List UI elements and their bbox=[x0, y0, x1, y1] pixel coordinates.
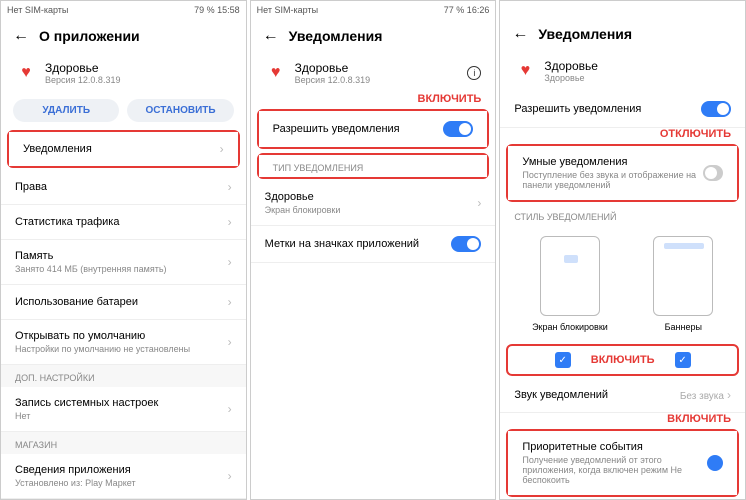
screen-notification-detail: ← Уведомления ♥ Здоровье Здоровье Разреш… bbox=[499, 0, 746, 500]
style-banner[interactable]: Баннеры bbox=[653, 236, 713, 332]
notification-styles: Экран блокировки Баннеры bbox=[500, 226, 745, 342]
toggle-priority[interactable] bbox=[707, 455, 723, 471]
toggle-badges[interactable] bbox=[451, 236, 481, 252]
app-info: ♥ Здоровье Версия 12.0.8.319 bbox=[1, 53, 246, 93]
check-banner[interactable]: ✓ bbox=[675, 352, 691, 368]
section-extra: ДОП. НАСТРОЙКИ bbox=[1, 365, 246, 387]
toggle-allow[interactable] bbox=[443, 121, 473, 137]
row-smart-notifications[interactable]: Умные уведомления Поступление без звука … bbox=[508, 146, 737, 200]
app-info: ♥ Здоровье Версия 12.0.8.319 i bbox=[251, 53, 496, 93]
annotation-enable: ВКЛЮЧИТЬ bbox=[591, 354, 655, 366]
chevron-right-icon: › bbox=[228, 335, 232, 349]
section-store: МАГАЗИН bbox=[1, 432, 246, 454]
delete-button[interactable]: УДАЛИТЬ bbox=[13, 99, 119, 122]
chevron-right-icon: › bbox=[228, 255, 232, 269]
chevron-right-icon: › bbox=[727, 388, 731, 402]
chevron-right-icon: › bbox=[228, 215, 232, 229]
page-title: Уведомления bbox=[289, 28, 383, 44]
app-name: Здоровье bbox=[544, 59, 598, 73]
page-title: О приложении bbox=[39, 28, 140, 44]
row-sys-settings[interactable]: Запись системных настроек Нет › bbox=[1, 387, 246, 432]
app-name: Здоровье bbox=[295, 61, 370, 75]
chevron-right-icon: › bbox=[477, 196, 481, 210]
header: ← Уведомления bbox=[500, 17, 745, 51]
highlight-checks: ✓ ВКЛЮЧИТЬ ✓ bbox=[506, 344, 739, 376]
app-version: Версия 12.0.8.319 bbox=[295, 75, 370, 85]
info-icon[interactable]: i bbox=[467, 66, 481, 80]
highlight-allow: Разрешить уведомления bbox=[257, 109, 490, 149]
row-badges[interactable]: Метки на значках приложений bbox=[251, 226, 496, 263]
row-allow-notifications[interactable]: Разрешить уведомления bbox=[500, 91, 745, 128]
heart-icon: ♥ bbox=[15, 62, 37, 84]
row-battery[interactable]: Использование батареи › bbox=[1, 285, 246, 320]
annotation-enable: ВКЛЮЧИТЬ bbox=[251, 93, 496, 107]
back-icon[interactable]: ← bbox=[512, 25, 528, 43]
row-memory[interactable]: Память Занято 414 МБ (внутренняя память)… bbox=[1, 240, 246, 285]
status-right: 79 % 15:58 bbox=[194, 5, 240, 15]
highlight-priority: Приоритетные события Получение уведомлен… bbox=[506, 429, 739, 497]
row-rights[interactable]: Права › bbox=[1, 170, 246, 205]
screen-app-info: Нет SIM-карты 79 % 15:58 ← О приложении … bbox=[0, 0, 247, 500]
status-left: Нет SIM-карты bbox=[7, 5, 68, 15]
status-bar: Нет SIM-карты 77 % 16:26 bbox=[251, 1, 496, 19]
heart-icon: ♥ bbox=[265, 62, 287, 84]
app-sub: Здоровье bbox=[544, 73, 598, 83]
section-type: ТИП УВЕДОМЛЕНИЯ bbox=[259, 155, 488, 177]
annotation-enable2: ВКЛЮЧИТЬ bbox=[500, 413, 745, 427]
row-app-details[interactable]: Сведения приложения Установлено из: Play… bbox=[1, 454, 246, 499]
row-sound[interactable]: Звук уведомлений Без звука › bbox=[500, 378, 745, 413]
back-icon[interactable]: ← bbox=[263, 27, 279, 45]
screen-notifications: Нет SIM-карты 77 % 16:26 ← Уведомления ♥… bbox=[250, 0, 497, 500]
row-priority[interactable]: Приоритетные события Получение уведомлен… bbox=[508, 431, 737, 495]
back-icon[interactable]: ← bbox=[13, 27, 29, 45]
stop-button[interactable]: ОСТАНОВИТЬ bbox=[127, 99, 233, 122]
header: ← Уведомления bbox=[251, 19, 496, 53]
annotation-disable: ОТКЛЮЧИТЬ bbox=[500, 128, 745, 142]
check-lockscreen[interactable]: ✓ bbox=[555, 352, 571, 368]
row-default-open[interactable]: Открывать по умолчанию Настройки по умол… bbox=[1, 320, 246, 365]
row-allow-notifications[interactable]: Разрешить уведомления bbox=[259, 111, 488, 147]
toggle-allow[interactable] bbox=[701, 101, 731, 117]
app-name: Здоровье bbox=[45, 61, 120, 75]
highlight-smart: Умные уведомления Поступление без звука … bbox=[506, 144, 739, 202]
status-right: 77 % 16:26 bbox=[444, 5, 490, 15]
app-info: ♥ Здоровье Здоровье bbox=[500, 51, 745, 91]
status-bar bbox=[500, 1, 745, 17]
highlight-notifications: Уведомления › bbox=[7, 130, 240, 168]
toggle-smart[interactable] bbox=[703, 165, 723, 181]
highlight-type: ТИП УВЕДОМЛЕНИЯ bbox=[257, 153, 490, 179]
heart-icon: ♥ bbox=[514, 60, 536, 82]
status-left: Нет SIM-карты bbox=[257, 5, 318, 15]
chevron-right-icon: › bbox=[228, 469, 232, 483]
row-traffic[interactable]: Статистика трафика › bbox=[1, 205, 246, 240]
row-notifications[interactable]: Уведомления › bbox=[9, 132, 238, 166]
chevron-right-icon: › bbox=[228, 402, 232, 416]
chevron-right-icon: › bbox=[228, 180, 232, 194]
status-bar: Нет SIM-карты 79 % 15:58 bbox=[1, 1, 246, 19]
header: ← О приложении bbox=[1, 19, 246, 53]
row-health[interactable]: Здоровье Экран блокировки › bbox=[251, 181, 496, 226]
page-title: Уведомления bbox=[538, 26, 632, 42]
style-lockscreen[interactable]: Экран блокировки bbox=[532, 236, 608, 332]
app-version: Версия 12.0.8.319 bbox=[45, 75, 120, 85]
section-style: СТИЛЬ УВЕДОМЛЕНИЙ bbox=[500, 204, 745, 226]
chevron-right-icon: › bbox=[228, 295, 232, 309]
chevron-right-icon: › bbox=[220, 142, 224, 156]
